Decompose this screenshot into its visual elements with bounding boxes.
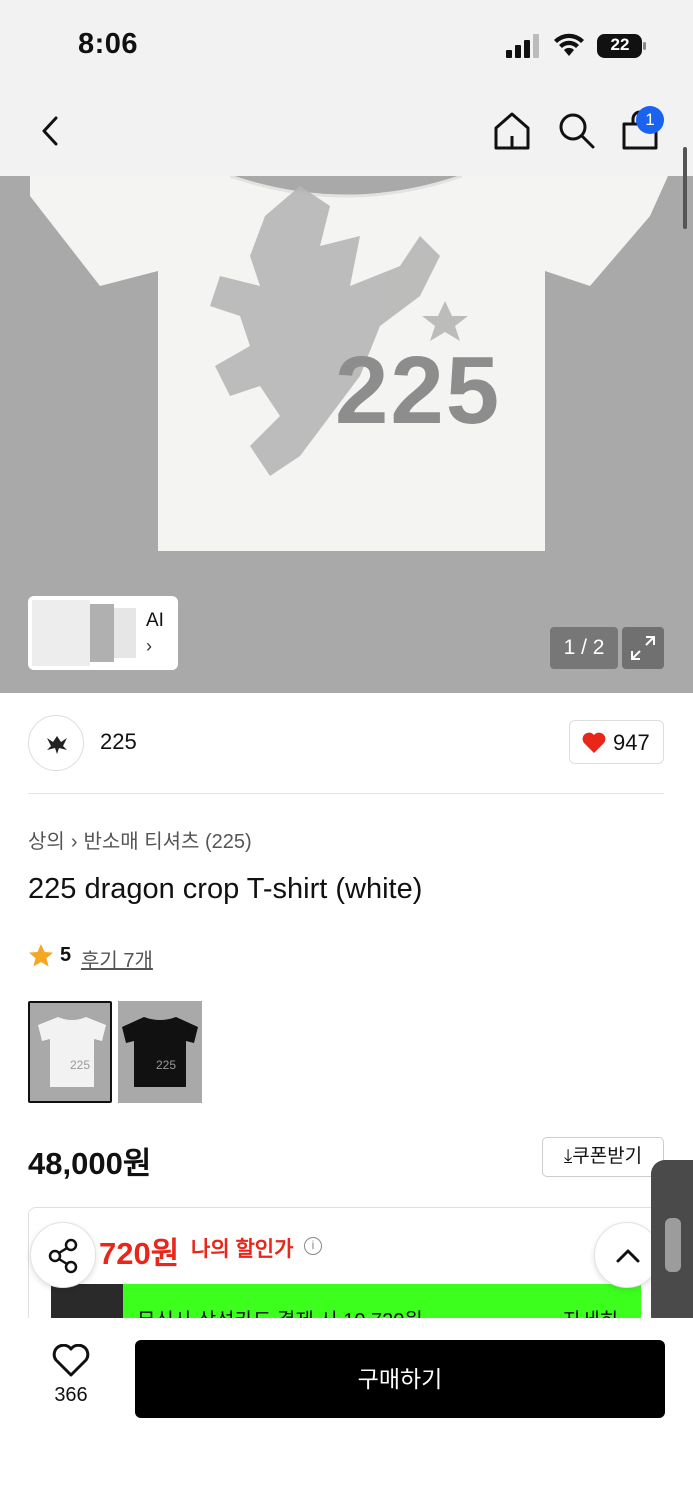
back-icon[interactable]: [34, 110, 68, 152]
chevron-right-icon: ›: [70, 831, 78, 853]
ai-thumbnail-strip[interactable]: AI ›: [28, 596, 178, 670]
bottom-bar: 366 구매하기: [0, 1318, 693, 1500]
dragon-logo-icon: [47, 736, 67, 754]
thumbnail-2[interactable]: [90, 604, 114, 662]
star-icon: [29, 944, 53, 967]
white-shirt-thumbnail: 225: [38, 1017, 106, 1087]
status-bar: 8:06 22: [0, 0, 693, 90]
top-nav: 1: [0, 90, 693, 176]
ai-label: AI: [146, 610, 164, 631]
breadcrumb: 상의 › 반소매 티셔츠 (225): [28, 825, 252, 854]
divider: [28, 793, 664, 794]
thumbnail-3[interactable]: [114, 608, 136, 658]
scroll-indicator[interactable]: [683, 147, 687, 229]
brand-like-count: 947: [613, 730, 650, 755]
breadcrumb-subcategory[interactable]: 반소매 티셔츠 (225): [83, 831, 251, 853]
heart-outline-icon: [52, 1344, 90, 1377]
review-link[interactable]: 후기 7개: [81, 944, 153, 973]
color-swatch-black[interactable]: 225: [118, 1001, 202, 1103]
search-icon[interactable]: [556, 110, 596, 150]
black-shirt-thumbnail: 225: [122, 1017, 198, 1087]
coupon-label: 쿠폰받기: [572, 1146, 643, 1167]
info-icon[interactable]: i: [304, 1237, 322, 1255]
product-title: 225 dragon crop T-shirt (white): [28, 873, 423, 905]
cart-count-badge: 1: [636, 106, 664, 134]
discount-price: 720원: [99, 1236, 180, 1271]
coupon-button[interactable]: ⤓쿠폰받기: [542, 1137, 664, 1177]
share-button[interactable]: [30, 1222, 96, 1288]
swatch-white-print: 225: [70, 1058, 90, 1072]
battery-level: 22: [610, 35, 630, 54]
discount-label: 나의 할인가: [191, 1238, 294, 1261]
thumbnail-1[interactable]: [32, 600, 90, 666]
swatch-black-print: 225: [156, 1058, 176, 1072]
breadcrumb-category[interactable]: 상의: [28, 831, 65, 853]
handle-grip-icon: [665, 1218, 681, 1272]
share-icon: [48, 1238, 78, 1274]
product-image-gallery[interactable]: 225 AI › 1 / 2: [0, 176, 693, 693]
wishlist-count: 366: [54, 1384, 88, 1406]
brand-like-button[interactable]: 947: [569, 720, 664, 764]
download-icon: ⤓: [563, 1146, 573, 1167]
color-swatch-white[interactable]: 225: [28, 1001, 112, 1103]
home-icon[interactable]: [491, 110, 533, 152]
brand-name[interactable]: 225: [100, 729, 137, 755]
rating-score: 5: [60, 944, 72, 966]
product-price: 48,000원: [28, 1146, 152, 1181]
signal-icon: [506, 34, 539, 58]
image-counter: 1 / 2: [550, 627, 618, 669]
wishlist-button[interactable]: 366: [40, 1344, 102, 1410]
buy-button[interactable]: 구매하기: [135, 1340, 665, 1418]
chevron-right-icon: ›: [146, 636, 152, 656]
status-time: 8:06: [78, 28, 139, 60]
side-panel-handle[interactable]: [651, 1160, 693, 1330]
wifi-icon: [554, 33, 584, 56]
shirt-print-number: 225: [335, 337, 502, 444]
heart-filled-icon: [582, 732, 606, 753]
brand-logo[interactable]: [28, 715, 84, 771]
expand-icon[interactable]: [622, 627, 664, 669]
